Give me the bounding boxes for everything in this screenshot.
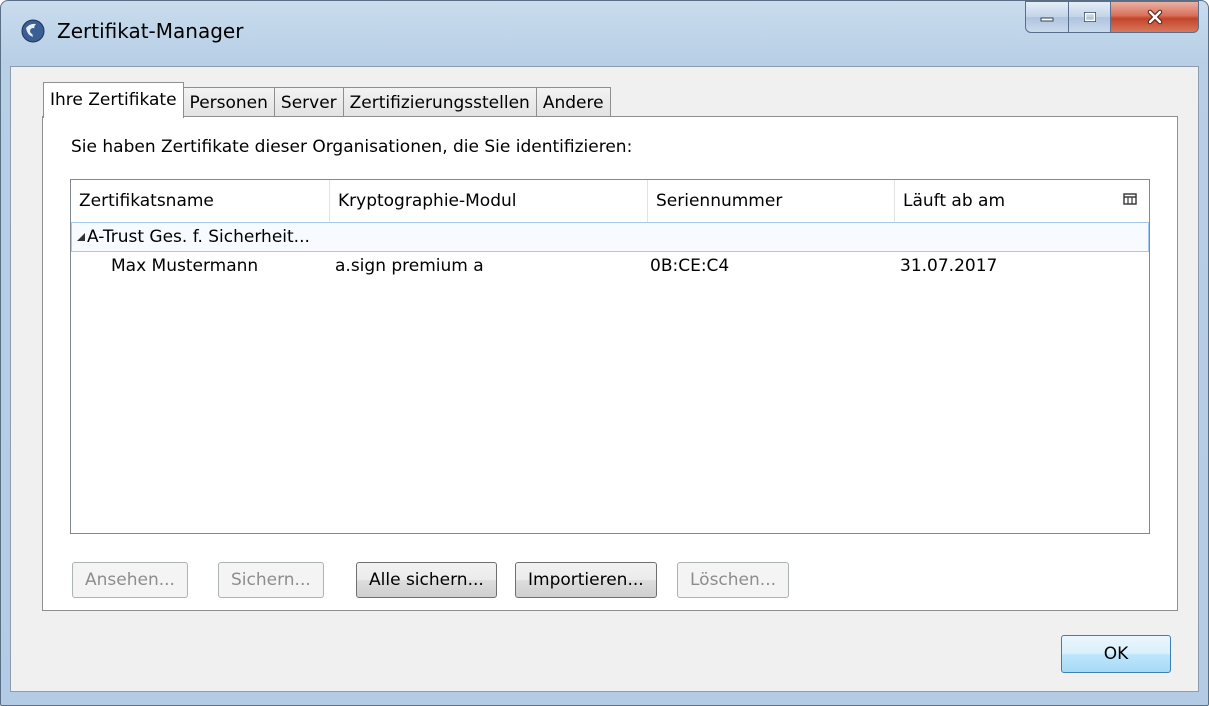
window-title: Zertifikat-Manager bbox=[57, 19, 244, 43]
tab-servers[interactable]: Server bbox=[273, 87, 344, 117]
import-button[interactable]: Importieren... bbox=[515, 562, 657, 598]
title-bar[interactable]: Zertifikat-Manager bbox=[1, 1, 1208, 65]
close-button[interactable] bbox=[1111, 1, 1199, 33]
column-header-module[interactable]: Kryptographie-Modul bbox=[330, 180, 648, 222]
column-header-name[interactable]: Zertifikatsname bbox=[71, 180, 330, 222]
column-header-serial[interactable]: Seriennummer bbox=[648, 180, 895, 222]
cert-module: a.sign premium a bbox=[335, 256, 484, 276]
backup-all-button[interactable]: Alle sichern... bbox=[356, 562, 497, 598]
group-name: A-Trust Ges. f. Sicherheit... bbox=[87, 227, 310, 247]
minimize-icon bbox=[1040, 17, 1054, 22]
tree-group-row[interactable]: A-Trust Ges. f. Sicherheit... bbox=[71, 222, 1149, 252]
delete-button[interactable]: Löschen... bbox=[677, 562, 789, 598]
expand-triangle-icon[interactable] bbox=[76, 232, 86, 242]
cert-name: Max Mustermann bbox=[111, 256, 259, 276]
window-controls bbox=[1025, 1, 1199, 35]
tab-people[interactable]: Personen bbox=[182, 87, 275, 117]
minimize-button[interactable] bbox=[1025, 1, 1069, 33]
firefox-globe-icon bbox=[21, 19, 45, 43]
tab-your-certificates[interactable]: Ihre Zertifikate bbox=[43, 82, 184, 118]
tab-authorities[interactable]: Zertifizierungsstellen bbox=[342, 87, 537, 117]
tab-others[interactable]: Andere bbox=[535, 87, 611, 117]
column-picker-icon[interactable] bbox=[1123, 193, 1137, 207]
dialog-body: Ihre Zertifikate Personen Server Zertifi… bbox=[10, 66, 1199, 692]
tab-panel-your-certificates: Sie haben Zertifikate dieser Organisatio… bbox=[42, 116, 1178, 611]
tab-strip: Ihre Zertifikate Personen Server Zertifi… bbox=[43, 79, 611, 118]
maximize-button[interactable] bbox=[1069, 1, 1111, 33]
backup-button[interactable]: Sichern... bbox=[218, 562, 324, 598]
certificate-manager-window: Zertifikat-Manager Ihre Zertifikate Pers… bbox=[0, 0, 1209, 706]
tree-header: Zertifikatsname Kryptographie-Modul Seri… bbox=[71, 180, 1149, 223]
cert-expires: 31.07.2017 bbox=[900, 256, 998, 276]
close-icon bbox=[1147, 9, 1162, 25]
ok-button[interactable]: OK bbox=[1061, 635, 1171, 673]
intro-text: Sie haben Zertifikate dieser Organisatio… bbox=[71, 137, 633, 157]
cert-serial: 0B:CE:C4 bbox=[650, 256, 730, 276]
table-row[interactable]: Max Mustermann a.sign premium a 0B:CE:C4… bbox=[71, 252, 1149, 282]
maximize-icon bbox=[1083, 12, 1096, 22]
column-header-expires[interactable]: Läuft ab am bbox=[895, 180, 1113, 222]
certificate-tree[interactable]: Zertifikatsname Kryptographie-Modul Seri… bbox=[70, 179, 1150, 534]
view-button[interactable]: Ansehen... bbox=[72, 562, 188, 598]
